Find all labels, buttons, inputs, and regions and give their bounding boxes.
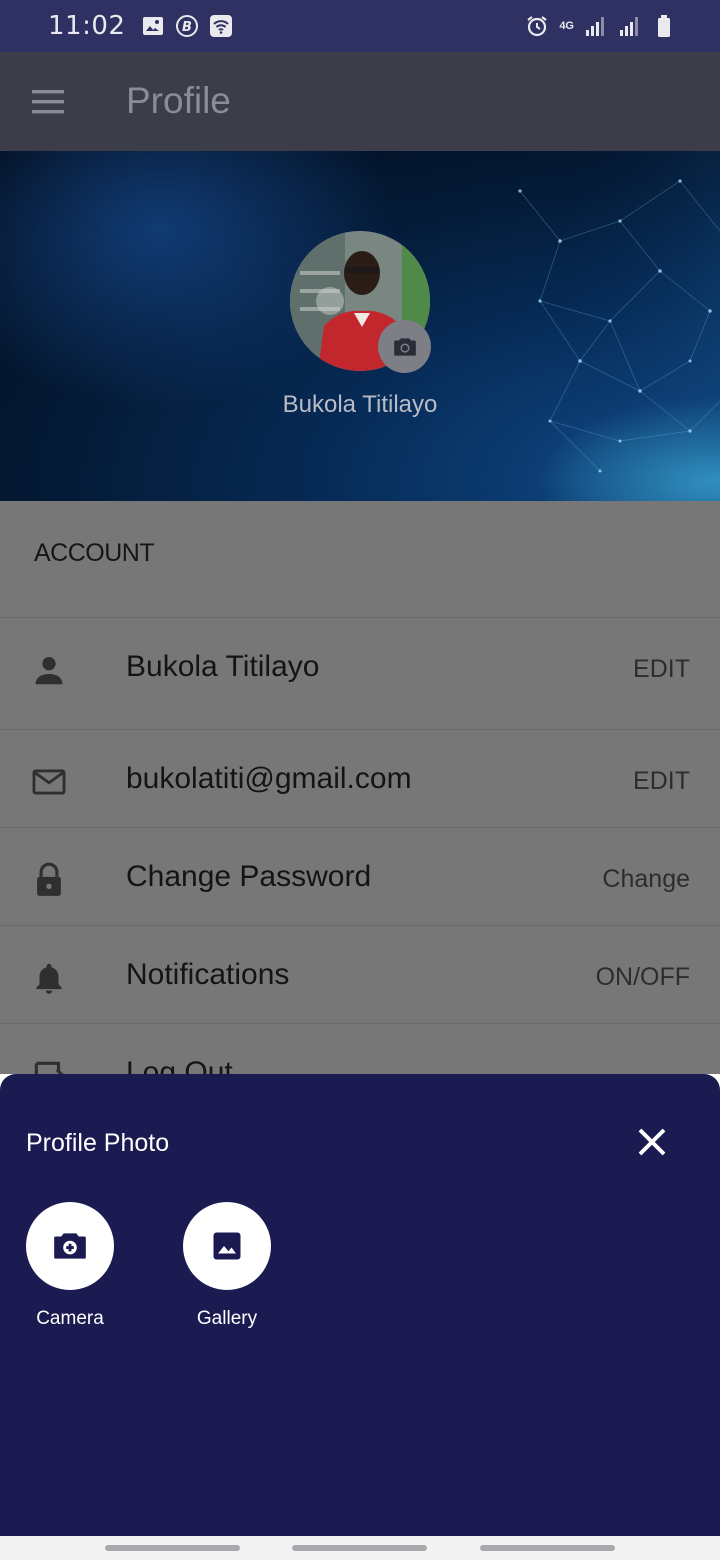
camera-option[interactable]: Camera bbox=[26, 1202, 114, 1329]
status-time: 11:02 bbox=[48, 11, 126, 41]
nav-recents-handle[interactable] bbox=[105, 1545, 240, 1551]
account-row-notifications[interactable]: Notifications ON/OFF bbox=[0, 925, 720, 1023]
change-password-button[interactable]: Change bbox=[602, 865, 690, 894]
signal-icon bbox=[586, 17, 604, 36]
row-label: bukolatiti@gmail.com bbox=[126, 762, 412, 795]
page-title: Profile bbox=[126, 80, 231, 121]
gallery-option[interactable]: Gallery bbox=[183, 1202, 271, 1329]
section-title: ACCOUNT bbox=[34, 539, 155, 567]
camera-icon bbox=[393, 337, 416, 356]
gallery-option-label: Gallery bbox=[196, 1308, 258, 1329]
b-app-notification-icon: B bbox=[176, 15, 199, 37]
app-bar: Profile bbox=[0, 52, 720, 151]
camera-option-button[interactable] bbox=[26, 1202, 114, 1290]
edit-name-button[interactable]: EDIT bbox=[633, 655, 690, 684]
image-notification-icon bbox=[143, 17, 164, 35]
menu-icon[interactable] bbox=[30, 88, 68, 116]
profile-banner: Bukola Titilayo bbox=[0, 151, 720, 501]
network-sphere-graphic bbox=[500, 151, 720, 501]
account-row-password[interactable]: Change Password Change bbox=[0, 827, 720, 925]
system-nav-bar bbox=[0, 1536, 720, 1560]
row-label: Change Password bbox=[126, 860, 372, 893]
nav-home-handle[interactable] bbox=[292, 1545, 427, 1551]
profile-name: Bukola Titilayo bbox=[282, 391, 438, 418]
wifi-notification-icon bbox=[210, 15, 233, 37]
status-bar: 11:02 B 4G bbox=[0, 0, 720, 52]
battery-icon bbox=[658, 15, 670, 37]
close-icon[interactable] bbox=[634, 1124, 670, 1160]
account-section: ACCOUNT Bukola Titilayo EDIT bukolatiti@… bbox=[0, 501, 720, 1091]
network-type-label: 4G bbox=[559, 19, 574, 32]
status-left-icons: B bbox=[141, 14, 233, 38]
profile-photo-sheet: Profile Photo Camera Gallery bbox=[0, 1074, 720, 1536]
nav-back-handle[interactable] bbox=[480, 1545, 615, 1551]
notifications-toggle[interactable]: ON/OFF bbox=[596, 963, 690, 992]
account-row-email[interactable]: bukolatiti@gmail.com EDIT bbox=[0, 729, 720, 827]
edit-email-button[interactable]: EDIT bbox=[633, 767, 690, 796]
lock-icon bbox=[37, 862, 61, 896]
account-row-name[interactable]: Bukola Titilayo EDIT bbox=[0, 617, 720, 715]
signal-2-icon bbox=[620, 17, 638, 36]
mail-icon bbox=[32, 769, 66, 795]
status-right-icons: 4G bbox=[525, 14, 676, 38]
alarm-icon bbox=[527, 16, 547, 37]
camera-icon bbox=[54, 1233, 86, 1259]
person-icon bbox=[35, 657, 63, 685]
bell-icon bbox=[36, 963, 62, 994]
gallery-option-button[interactable] bbox=[183, 1202, 271, 1290]
gallery-icon bbox=[213, 1232, 241, 1260]
row-label: Bukola Titilayo bbox=[126, 650, 320, 683]
change-photo-button[interactable] bbox=[378, 320, 431, 373]
camera-option-label: Camera bbox=[36, 1308, 104, 1329]
svg-text:B: B bbox=[182, 20, 192, 35]
row-label: Notifications bbox=[126, 958, 290, 991]
sheet-title: Profile Photo bbox=[26, 1129, 170, 1157]
